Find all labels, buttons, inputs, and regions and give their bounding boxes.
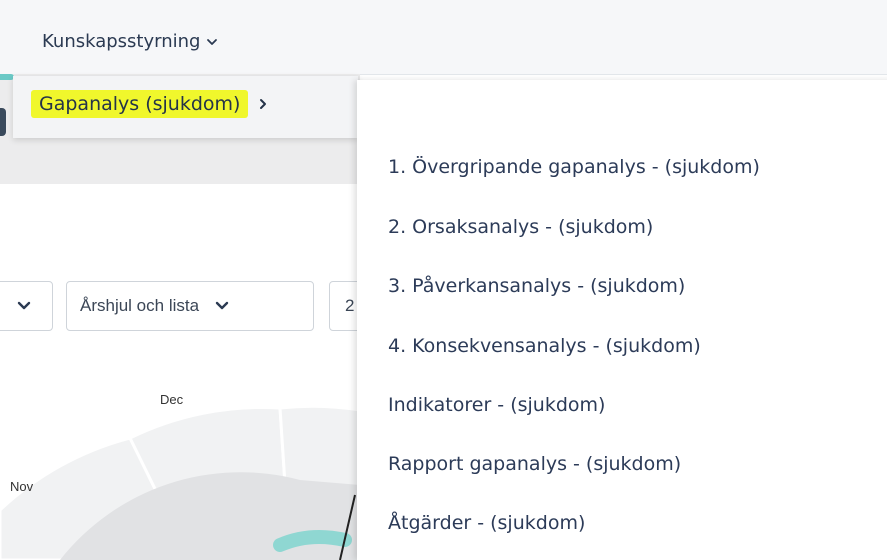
menu-item-paverkansanalys[interactable]: 3. Påverkansanalys - (sjukdom) xyxy=(388,275,685,297)
top-nav-bar: Kunskapsstyrning xyxy=(0,0,887,75)
menu-item-rapport-gapanalys[interactable]: Rapport gapanalys - (sjukdom) xyxy=(388,453,681,475)
menu-item-overgripande-gapanalys[interactable]: 1. Övergripande gapanalys - (sjukdom) xyxy=(388,156,760,178)
submenu-item-label: Gapanalys (sjukdom) xyxy=(31,90,249,118)
kunskapsstyrning-menu[interactable]: Kunskapsstyrning xyxy=(42,31,218,52)
chevron-down-icon xyxy=(215,301,229,310)
chevron-down-icon xyxy=(207,38,218,45)
view-select[interactable]: Årshjul och lista xyxy=(66,281,314,331)
side-accent xyxy=(0,108,6,136)
filter-select-1[interactable] xyxy=(0,281,53,331)
menu-item-konsekvensanalys[interactable]: 4. Konsekvensanalys - (sjukdom) xyxy=(388,335,701,357)
chevron-down-icon xyxy=(17,301,30,310)
teal-accent-bar xyxy=(0,74,14,80)
view-select-value: Årshjul och lista xyxy=(80,296,200,315)
menu-item-orsaksanalys[interactable]: 2. Orsaksanalys - (sjukdom) xyxy=(388,216,653,238)
year-select-value: 2 xyxy=(345,296,355,315)
menu-label: Kunskapsstyrning xyxy=(42,31,201,52)
year-wheel xyxy=(0,404,360,560)
menu-item-atgarder[interactable]: Åtgärder - (sjukdom) xyxy=(388,512,585,534)
month-label-nov: Nov xyxy=(10,479,34,494)
month-label-dec: Dec xyxy=(160,392,184,407)
chevron-right-icon xyxy=(260,99,267,109)
submenu-panel: Gapanalys (sjukdom) xyxy=(13,76,358,138)
menu-item-indikatorer[interactable]: Indikatorer - (sjukdom) xyxy=(388,394,605,416)
gapanalys-flyout-menu: 1. Övergripande gapanalys - (sjukdom) 2.… xyxy=(357,80,887,560)
submenu-item-gapanalys[interactable]: Gapanalys (sjukdom) xyxy=(31,90,268,118)
